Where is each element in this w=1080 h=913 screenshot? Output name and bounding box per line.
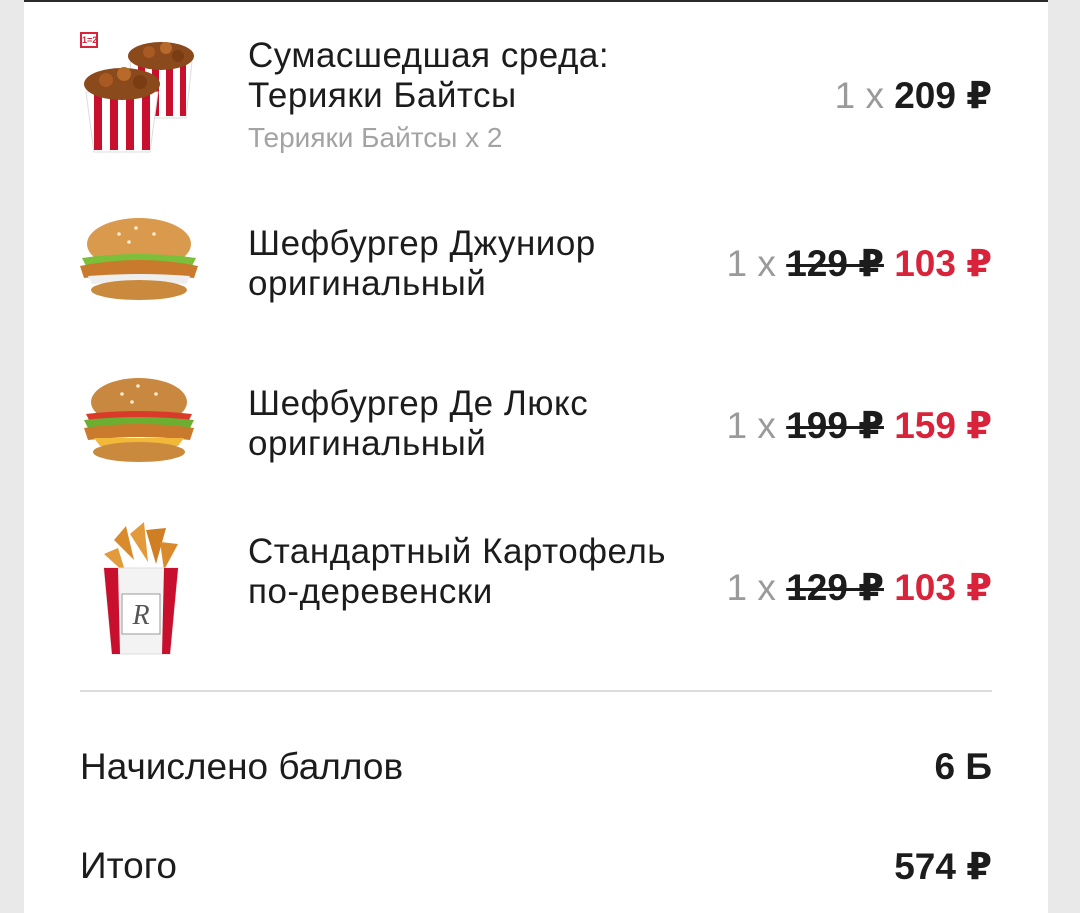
total-value: 574 ₽ xyxy=(894,846,992,887)
item-price: 1 x 129 ₽ 103 ₽ xyxy=(727,566,992,609)
item-qty: 1 x xyxy=(726,567,776,608)
teriyaki-bites-buckets-icon xyxy=(84,42,194,153)
item-price-discounted: 103 ₽ xyxy=(894,567,992,608)
item-qty: 1 x xyxy=(726,243,776,284)
summary-divider xyxy=(80,690,992,692)
order-item-chef-junior: Шефбургер Джуниор оригинальный 1 x 129 ₽… xyxy=(24,190,1048,350)
chef-burger-junior-icon xyxy=(80,218,198,300)
item-name: Шефбургер Де Люкс оригинальный xyxy=(248,384,589,463)
order-item-teriyaki: 1=2 Сумасшедшая среда: Терияки Байтсы Те… xyxy=(24,0,1048,190)
item-subtitle: Терияки Байтсы x 2 xyxy=(248,122,503,153)
item-name: Сумасшедшая среда: Терияки Байтсы xyxy=(248,36,610,115)
item-price: 1 x 199 ₽ 159 ₽ xyxy=(727,404,992,447)
order-item-chef-deluxe: Шефбургер Де Люкс оригинальный 1 x 199 ₽… xyxy=(24,350,1048,510)
chef-burger-deluxe-icon xyxy=(84,378,194,462)
item-price-old: 129 ₽ xyxy=(786,243,884,284)
order-item-potatoes: R Стандартный Картофель по-деревенски 1 … xyxy=(24,510,1048,680)
item-name: Шефбургер Джуниор оригинальный xyxy=(248,224,596,303)
points-label: Начислено баллов xyxy=(80,746,404,787)
country-potatoes-icon: R xyxy=(103,522,179,655)
item-name: Стандартный Картофель по-деревенски xyxy=(248,532,666,611)
item-qty: 1 x xyxy=(834,75,884,116)
total-row: Итого 574 ₽ xyxy=(80,845,992,889)
item-price-discounted: 159 ₽ xyxy=(894,405,992,446)
item-qty: 1 x xyxy=(726,405,776,446)
points-row: Начислено баллов 6 Б xyxy=(80,746,992,790)
item-price: 1 x 209 ₽ xyxy=(835,74,992,117)
item-price-current: 209 ₽ xyxy=(894,75,992,116)
item-price: 1 x 129 ₽ 103 ₽ xyxy=(727,242,992,285)
item-price-old: 129 ₽ xyxy=(786,567,884,608)
total-label: Итого xyxy=(80,845,177,886)
item-price-discounted: 103 ₽ xyxy=(894,243,992,284)
order-summary-panel: 1=2 Сумасшедшая среда: Терияки Байтсы Те… xyxy=(24,0,1048,913)
points-value: 6 Б xyxy=(934,746,992,787)
svg-text:R: R xyxy=(131,600,149,631)
item-price-old: 199 ₽ xyxy=(786,405,884,446)
